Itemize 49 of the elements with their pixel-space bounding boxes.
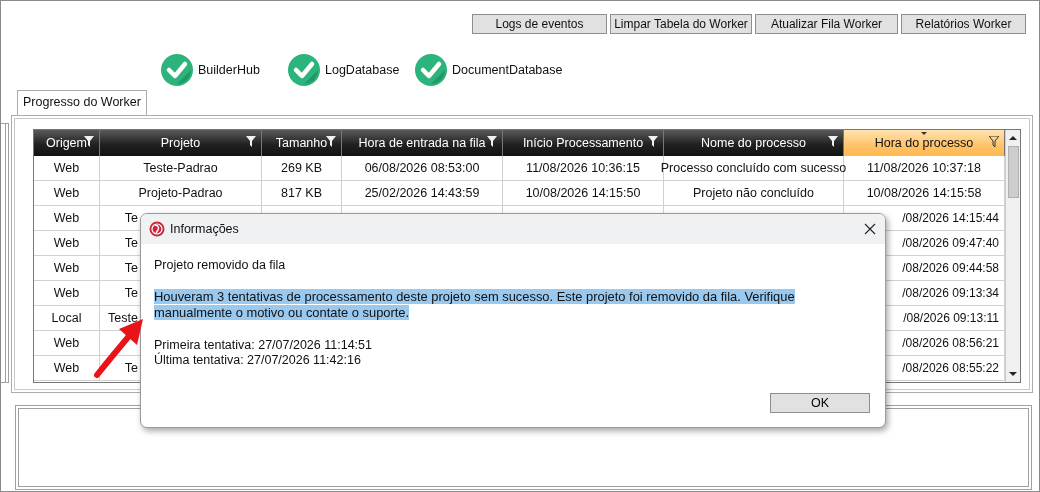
service-label: LogDatabase [325,62,400,77]
filter-icon[interactable] [84,136,94,147]
table-cell: Web [34,181,100,206]
column-header[interactable]: Tamanho [262,130,342,156]
table-cell: 25/02/2026 14:43:59 [342,181,503,206]
table-cell: Local [34,306,100,331]
close-icon[interactable] [864,223,876,235]
dialog-message: Houveram 3 tentativas de processamento deste projeto sem sucesso. Este projeto foi removido da fila. Verifique manualmente o motivo ou contate o suporte. [154,289,796,321]
toolbar-button[interactable]: Relatórios Worker [901,14,1026,34]
table-cell: Web [34,331,100,356]
app-icon [149,221,165,237]
tab[interactable]: Progresso do Worker [17,90,147,115]
service-label: BuilderHub [198,62,260,77]
sort-icon [921,132,927,135]
filter-icon[interactable] [487,136,497,147]
table-cell: Teste-Padrao [100,156,262,181]
filter-icon[interactable] [326,136,336,147]
column-header[interactable]: Hora do processo [844,130,1005,156]
toolbar-button[interactable]: Limpar Tabela do Worker [610,14,752,34]
detail-text: Primeira tentativa: 27/07/2026 11:14:51 [154,338,373,352]
column-header[interactable]: Hora de entrada na fila [342,130,503,156]
column-header[interactable]: Origem [34,130,100,156]
filter-icon[interactable] [989,136,999,147]
table-cell: Web [34,356,100,381]
scroll-down-icon[interactable] [1009,371,1017,377]
service-label: DocumentDatabase [452,62,563,77]
table-cell: 06/08/2026 08:53:00 [342,156,503,181]
toolbar-button[interactable]: Atualizar Fila Worker [755,14,898,34]
table-cell: Web [34,206,100,231]
column-header[interactable]: Projeto [100,130,262,156]
table-cell: Projeto-Padrao [100,181,262,206]
scroll-thumb[interactable] [1007,146,1019,198]
table-cell: 817 KB [262,181,342,206]
table-cell: Web [34,231,100,256]
table-cell: Web [34,156,100,181]
toolbar-button[interactable]: Logs de eventos [472,14,607,34]
ok-button[interactable]: OK [770,393,870,413]
table-cell: Web [34,256,100,281]
filter-icon[interactable] [648,136,658,147]
table-cell: Web [34,281,100,306]
scroll-up-icon[interactable] [1009,135,1017,141]
table-cell: Projeto não concluído [664,181,844,206]
filter-icon[interactable] [246,136,256,147]
table-cell: 10/08/2026 14:15:50 [503,181,664,206]
table-cell: 269 KB [262,156,342,181]
column-header[interactable]: Início Processamento [503,130,664,156]
scrollbar[interactable] [1005,130,1020,382]
column-header[interactable]: Nome do processo [664,130,844,156]
filter-icon[interactable] [828,136,838,147]
